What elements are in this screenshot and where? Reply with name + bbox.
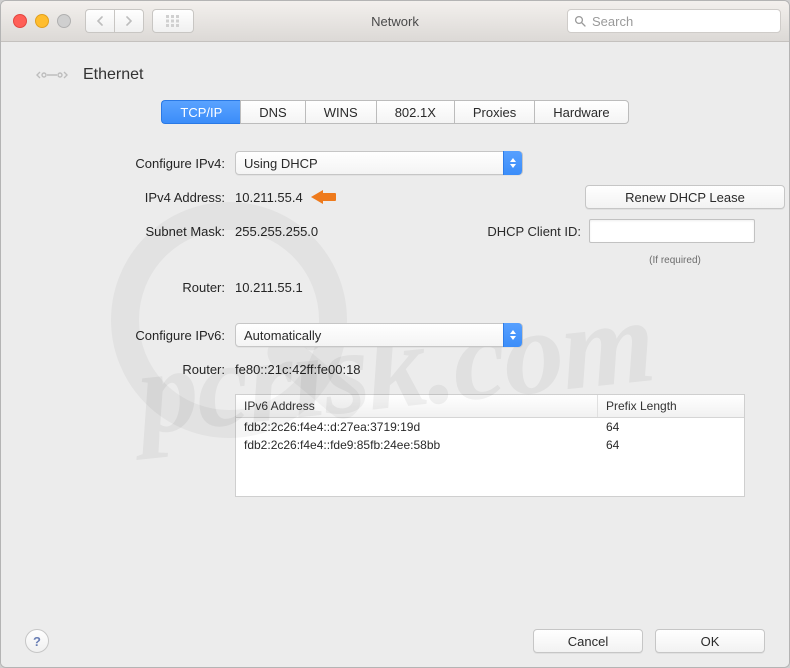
panel-body: pcrisk.com Ethernet TCP/IP DNS WINS 802.… <box>1 42 789 667</box>
cell-ipv6-address: fdb2:2c26:f4e4::d:27ea:3719:19d <box>244 420 606 434</box>
callout-arrow-icon <box>311 188 339 206</box>
ipv4-address-label: IPv4 Address: <box>35 190 235 205</box>
table-header: IPv6 Address Prefix Length <box>236 395 744 418</box>
col-prefix-length[interactable]: Prefix Length <box>598 395 744 417</box>
chevron-left-icon <box>96 16 104 26</box>
zoom-window-button[interactable] <box>57 14 71 28</box>
nav-group <box>85 9 144 33</box>
titlebar: Network Search <box>1 1 789 42</box>
ipv4-address-value: 10.211.55.4 <box>235 190 303 205</box>
configure-ipv4-select[interactable]: Using DHCP <box>235 151 523 175</box>
cell-ipv6-address: fdb2:2c26:f4e4::fde9:85fb:24ee:58bb <box>244 438 606 452</box>
tab-proxies[interactable]: Proxies <box>454 100 534 124</box>
ipv6-router-value: fe80::21c:42ff:fe00:18 <box>235 362 361 377</box>
table-row[interactable]: fdb2:2c26:f4e4::fde9:85fb:24ee:58bb 64 <box>236 436 744 454</box>
tab-8021x[interactable]: 802.1X <box>376 100 454 124</box>
chevron-right-icon <box>125 16 133 26</box>
cell-prefix-length: 64 <box>606 438 736 452</box>
if-required-hint: (If required) <box>595 255 755 266</box>
cancel-button[interactable]: Cancel <box>533 629 643 653</box>
tab-bar: TCP/IP DNS WINS 802.1X Proxies Hardware <box>161 100 628 124</box>
table-row[interactable]: fdb2:2c26:f4e4::d:27ea:3719:19d 64 <box>236 418 744 436</box>
tab-wins[interactable]: WINS <box>305 100 376 124</box>
ipv6-address-table: IPv6 Address Prefix Length fdb2:2c26:f4e… <box>235 394 745 497</box>
back-button[interactable] <box>85 9 114 33</box>
subnet-mask-value: 255.255.255.0 <box>235 224 318 239</box>
subnet-mask-label: Subnet Mask: <box>35 224 235 239</box>
updown-icon <box>503 323 522 347</box>
ipv6-router-label: Router: <box>35 362 235 377</box>
dhcp-client-id-input[interactable] <box>589 219 755 243</box>
minimize-window-button[interactable] <box>35 14 49 28</box>
dialog-footer: ? Cancel OK <box>25 615 765 653</box>
search-placeholder: Search <box>592 14 633 29</box>
updown-icon <box>503 151 522 175</box>
tab-hardware[interactable]: Hardware <box>534 100 628 124</box>
help-button[interactable]: ? <box>25 629 49 653</box>
tcpip-form: Configure IPv4: Using DHCP IPv4 Address:… <box>35 146 755 497</box>
configure-ipv6-select[interactable]: Automatically <box>235 323 523 347</box>
traffic-lights <box>13 14 71 28</box>
renew-dhcp-lease-button[interactable]: Renew DHCP Lease <box>585 185 785 209</box>
search-field[interactable]: Search <box>567 9 781 33</box>
cell-prefix-length: 64 <box>606 420 736 434</box>
col-ipv6-address[interactable]: IPv6 Address <box>236 395 598 417</box>
question-icon: ? <box>33 634 41 649</box>
configure-ipv4-label: Configure IPv4: <box>35 156 235 171</box>
ok-button[interactable]: OK <box>655 629 765 653</box>
ipv4-router-label: Router: <box>35 280 235 295</box>
configure-ipv4-value: Using DHCP <box>244 156 318 171</box>
interface-header: Ethernet <box>35 64 765 86</box>
close-window-button[interactable] <box>13 14 27 28</box>
network-preferences-window: Network Search pcrisk.com Ethernet TCP/I… <box>0 0 790 668</box>
ethernet-icon <box>35 64 69 86</box>
tab-dns[interactable]: DNS <box>240 100 304 124</box>
grid-icon <box>166 15 180 27</box>
configure-ipv6-label: Configure IPv6: <box>35 328 235 343</box>
ipv4-router-value: 10.211.55.1 <box>235 280 303 295</box>
tab-tcpip[interactable]: TCP/IP <box>161 100 240 124</box>
search-icon <box>574 15 586 27</box>
show-all-button[interactable] <box>152 9 194 33</box>
dhcp-client-id-label: DHCP Client ID: <box>487 224 581 239</box>
configure-ipv6-value: Automatically <box>244 328 321 343</box>
interface-name: Ethernet <box>83 66 143 84</box>
forward-button[interactable] <box>114 9 144 33</box>
